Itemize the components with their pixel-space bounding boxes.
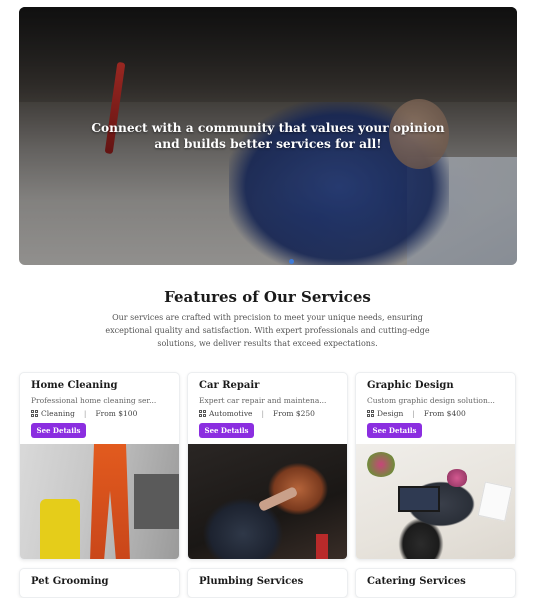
card-description: Professional home cleaning ser...	[31, 396, 157, 405]
image-laptop	[398, 486, 440, 512]
image-vacuum	[40, 499, 80, 559]
card-description: Expert car repair and maintena...	[199, 396, 327, 405]
service-card-home-cleaning[interactable]: Home Cleaning Professional home cleaning…	[19, 372, 180, 560]
image-paper	[477, 481, 513, 522]
carousel-dot[interactable]	[289, 259, 294, 264]
service-card-pet-grooming[interactable]: Pet Grooming	[19, 568, 180, 598]
image-arm	[257, 486, 299, 512]
meta-separator: |	[261, 409, 265, 418]
card-meta: Automotive | From $250	[199, 409, 315, 418]
section-description: Our services are crafted with precision …	[105, 313, 430, 348]
see-details-button[interactable]: See Details	[31, 423, 86, 438]
card-image-home-cleaning	[20, 444, 179, 559]
see-details-button[interactable]: See Details	[199, 423, 254, 438]
card-title: Catering Services	[367, 576, 466, 587]
image-red-part	[316, 534, 328, 559]
image-flowers	[366, 452, 396, 477]
grid-icon	[367, 410, 374, 417]
card-price: From $400	[423, 409, 466, 418]
card-title: Home Cleaning	[31, 380, 118, 391]
card-title: Car Repair	[199, 380, 260, 391]
meta-separator: |	[83, 409, 87, 418]
image-sofa	[134, 474, 179, 529]
grid-icon	[31, 410, 38, 417]
card-meta: Design | From $400	[367, 409, 466, 418]
card-title: Graphic Design	[367, 380, 454, 391]
card-image-car-repair	[188, 444, 347, 559]
card-title: Plumbing Services	[199, 576, 304, 587]
card-title: Pet Grooming	[31, 576, 109, 587]
grid-icon	[199, 410, 206, 417]
see-details-button[interactable]: See Details	[367, 423, 422, 438]
section-title: Features of Our Services	[164, 288, 371, 306]
meta-separator: |	[412, 409, 415, 418]
card-meta: Cleaning | From $100	[31, 409, 137, 418]
service-card-graphic-design[interactable]: Graphic Design Custom graphic design sol…	[355, 372, 516, 560]
service-card-car-repair[interactable]: Car Repair Expert car repair and mainten…	[187, 372, 348, 560]
hero-text: Connect with a community that values you…	[91, 121, 445, 151]
card-category: Automotive	[209, 409, 253, 418]
service-card-plumbing[interactable]: Plumbing Services	[187, 568, 348, 598]
service-card-catering[interactable]: Catering Services	[355, 568, 516, 598]
hero-banner: Connect with a community that values you…	[19, 7, 517, 265]
card-description: Custom graphic design solution...	[367, 396, 495, 405]
card-category: Design	[377, 409, 404, 418]
card-price: From $250	[273, 409, 315, 418]
card-category: Cleaning	[41, 409, 75, 418]
image-flowers	[446, 469, 468, 487]
card-image-graphic-design	[356, 444, 515, 559]
image-person	[90, 444, 130, 559]
card-price: From $100	[95, 409, 138, 418]
